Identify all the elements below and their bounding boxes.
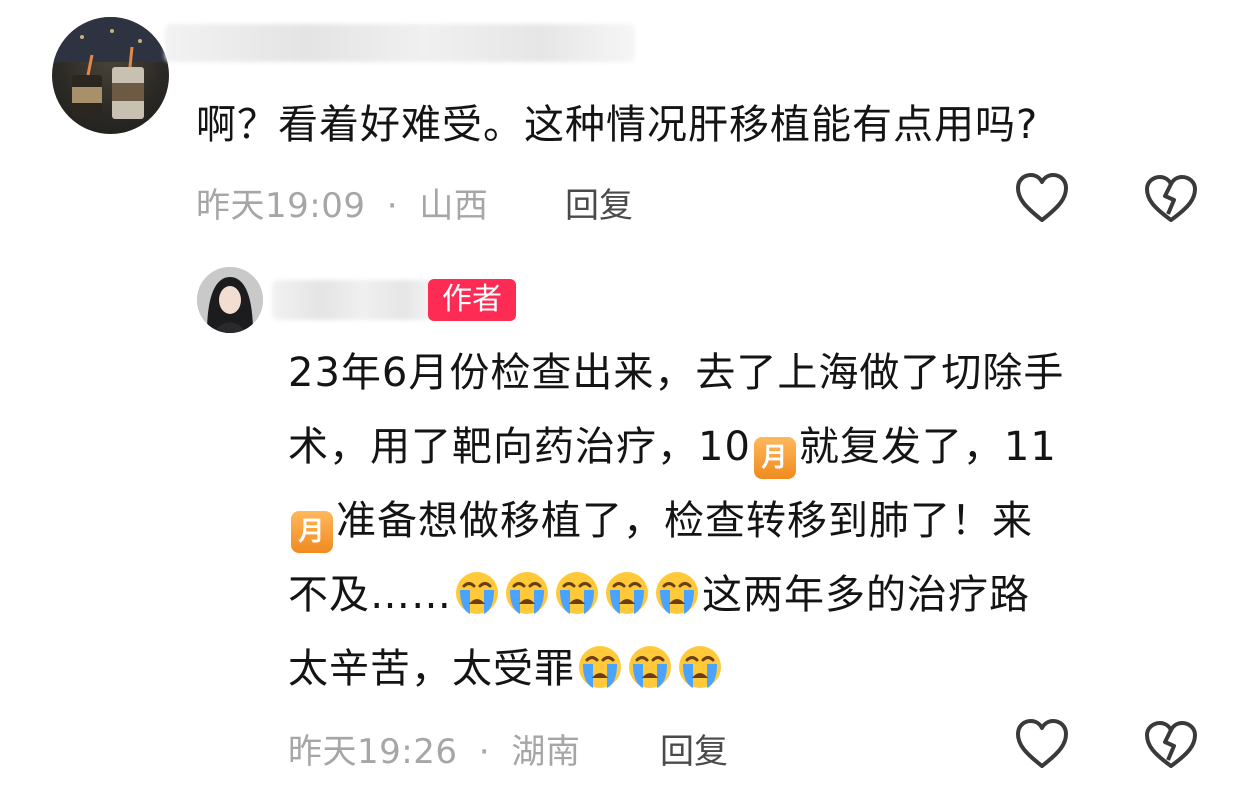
author-badge: 作者 [428,279,516,321]
heart-outline-icon[interactable] [1014,718,1070,770]
comment-meta: 昨天19:09 · 山西 [196,186,489,226]
comment-location: 山西 [419,186,489,226]
crying-emoji-icon [454,566,500,614]
comment-text: 啊？看着好难受。这种情况肝移植能有点用吗? [196,102,1039,148]
reply-line: 23年6月份检查出来，去了上海做了切除手 [288,336,1248,410]
reply-button[interactable]: 回复 [660,724,728,773]
crying-emoji-icon [677,640,723,688]
reply-text-segment: 术，用了靶向药治疗，10 [288,424,751,470]
reply-line: 术，用了靶向药治疗，10 月就复发了，11 [288,410,1248,484]
crying-emoji-icon [604,566,650,614]
reply-line: 不及…… 这两年多的治疗路 [288,558,1248,632]
broken-heart-icon[interactable] [1143,720,1199,770]
reply-line: 月准备想做移植了，检查转移到肺了！来 [288,484,1248,558]
reply-text-segment: 就复发了，11 [798,424,1057,470]
author-name-blurred[interactable] [272,280,437,320]
author-avatar[interactable] [197,267,263,333]
reply-text-segment: 23年6月份检查出来，去了上海做了切除手 [288,350,1065,396]
month-emoji-icon: 月 [291,511,333,553]
reply-text-segment: 太辛苦，太受罪 [288,646,575,692]
reply-location: 湖南 [511,732,581,772]
reply-time: 昨天19:26 [288,732,458,772]
reply-meta: 昨天19:26 · 湖南 [288,732,581,772]
reply-text: 23年6月份检查出来，去了上海做了切除手 术，用了靶向药治疗，10 月就复发了，11… [288,336,1248,706]
crying-emoji-icon [554,566,600,614]
reply-text-segment: 这两年多的治疗路 [702,572,1030,618]
avatar-photo-icon [197,267,263,333]
reply-line: 太辛苦，太受罪 [288,632,1248,706]
comment-time: 昨天19:09 [196,186,366,226]
avatar-photo-icon [52,17,169,119]
commenter-avatar[interactable] [52,17,169,134]
reply-text-segment: 不及…… [288,572,452,618]
crying-emoji-icon [577,640,623,688]
month-emoji-icon: 月 [753,437,796,479]
reply-button[interactable]: 回复 [565,178,633,227]
crying-emoji-icon [504,566,550,614]
commenter-name-blurred[interactable] [165,24,635,62]
crying-emoji-icon [627,640,673,688]
heart-outline-icon[interactable] [1014,172,1070,224]
reply-text-segment: 准备想做移植了，检查转移到肺了！来 [336,498,1033,544]
crying-emoji-icon [654,566,700,614]
broken-heart-icon[interactable] [1143,174,1199,224]
